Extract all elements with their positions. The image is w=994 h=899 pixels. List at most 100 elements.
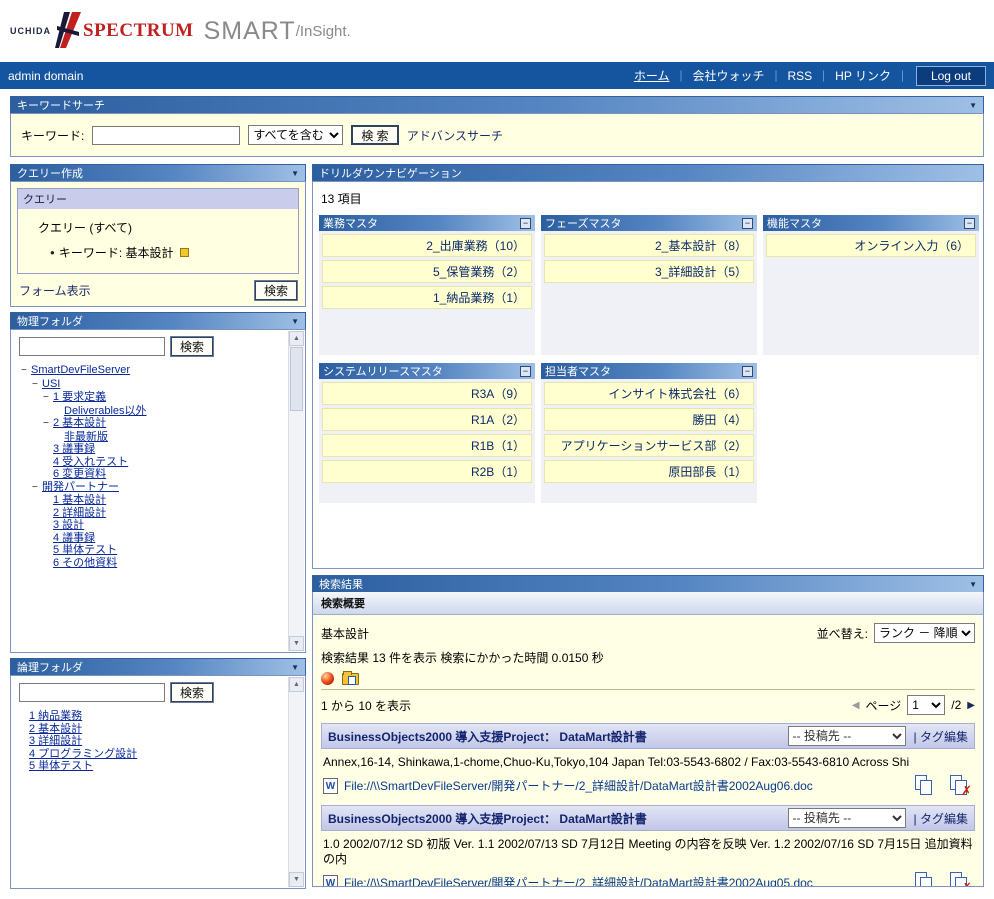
- form-display-link[interactable]: フォーム表示: [19, 282, 91, 299]
- tree-expander-icon[interactable]: −: [32, 482, 42, 495]
- tree-row: −2 基本設計: [19, 417, 283, 431]
- facet-item[interactable]: 2_基本設計（8）: [544, 234, 754, 257]
- advanced-search-link[interactable]: アドバンスサーチ: [407, 127, 503, 144]
- search-summary-bar: 検索概要: [312, 592, 984, 615]
- tree-expander-icon[interactable]: −: [43, 392, 53, 405]
- nav-link-1[interactable]: ホーム: [634, 67, 670, 84]
- file-link[interactable]: File://\\SmartDevFileServer/開発パートナー/2_詳細…: [344, 874, 813, 887]
- folder-link[interactable]: 2 詳細設計: [53, 507, 106, 520]
- scrollbar[interactable]: ▲ ▼: [288, 331, 304, 651]
- folder-link[interactable]: 3 詳細設計: [29, 735, 82, 748]
- logical-folder-search-input[interactable]: [19, 683, 165, 702]
- folder-link[interactable]: 1 納品業務: [29, 710, 82, 723]
- delete-document-icon[interactable]: ✗: [950, 872, 969, 887]
- tag-edit-link[interactable]: | タグ編集: [914, 810, 968, 827]
- scrollbar[interactable]: ▲ ▼: [288, 677, 304, 887]
- collapse-minus-icon[interactable]: −: [520, 366, 531, 377]
- tree-expander-icon[interactable]: −: [21, 365, 31, 378]
- nav-link-3[interactable]: RSS: [787, 69, 812, 83]
- save-folder-icon[interactable]: [342, 673, 359, 685]
- facet-item[interactable]: 5_保管業務（2）: [322, 260, 532, 283]
- collapse-arrow-icon[interactable]: ▼: [291, 663, 299, 672]
- physical-folder-search-input[interactable]: [19, 337, 165, 356]
- facet-item[interactable]: アプリケーションサービス部（2）: [544, 434, 754, 457]
- sort-label: 並べ替え:: [817, 625, 868, 642]
- collapse-arrow-icon[interactable]: ▼: [291, 317, 299, 326]
- feed-icon[interactable]: [321, 672, 334, 685]
- page-select[interactable]: 1: [907, 695, 945, 715]
- scroll-thumb[interactable]: [290, 347, 303, 411]
- collapse-arrow-icon[interactable]: ▼: [969, 580, 977, 589]
- folder-link[interactable]: 4 プログラミング設計: [29, 748, 137, 761]
- tag-edit-link[interactable]: | タグ編集: [914, 728, 968, 745]
- folder-link[interactable]: SmartDevFileServer: [31, 364, 130, 377]
- scroll-down-icon[interactable]: ▼: [289, 636, 304, 651]
- folder-link[interactable]: 開発パートナー: [42, 481, 119, 494]
- folder-link[interactable]: 6 その他資料: [53, 557, 117, 570]
- facet-item[interactable]: R1A（2）: [322, 408, 532, 431]
- copy-document-icon[interactable]: [915, 872, 934, 887]
- facet-item[interactable]: 勝田（4）: [544, 408, 754, 431]
- scroll-down-icon[interactable]: ▼: [289, 872, 304, 887]
- post-destination-select[interactable]: -- 投稿先 --: [788, 808, 906, 828]
- collapse-minus-icon[interactable]: −: [742, 218, 753, 229]
- collapse-minus-icon[interactable]: −: [742, 366, 753, 377]
- folder-link[interactable]: 1 要求定義: [53, 391, 106, 404]
- next-page-icon[interactable]: ▶: [967, 700, 975, 711]
- nav-link-2[interactable]: 会社ウォッチ: [692, 67, 764, 84]
- prev-page-icon[interactable]: ◀: [852, 700, 860, 711]
- file-actions: ✗: [915, 775, 973, 796]
- nav-link-4[interactable]: HP リンク: [835, 67, 891, 84]
- keyword-input[interactable]: [92, 126, 240, 145]
- folder-link[interactable]: 4 議事録: [53, 532, 95, 545]
- collapse-arrow-icon[interactable]: ▼: [969, 101, 977, 110]
- facet-item[interactable]: R1B（1）: [322, 434, 532, 457]
- post-destination-select[interactable]: -- 投稿先 --: [788, 726, 906, 746]
- facet-item[interactable]: 3_詳細設計（5）: [544, 260, 754, 283]
- scroll-up-icon[interactable]: ▲: [289, 677, 304, 692]
- collapse-minus-icon[interactable]: −: [520, 218, 531, 229]
- tree-row: −開発パートナー: [19, 481, 283, 495]
- delete-document-icon[interactable]: ✗: [950, 775, 969, 796]
- query-box-body: クエリー (すべて) ● キーワード: 基本設計: [18, 209, 298, 273]
- facet-item[interactable]: R3A（9）: [322, 382, 532, 405]
- tree-expander-icon[interactable]: −: [32, 379, 42, 392]
- note-icon[interactable]: [180, 248, 189, 257]
- folder-link[interactable]: USI: [42, 378, 60, 391]
- match-mode-select[interactable]: すべてを含む: [248, 125, 343, 145]
- folder-link[interactable]: 5 単体テスト: [53, 544, 117, 557]
- folder-link[interactable]: 3 議事録: [53, 443, 95, 456]
- folder-link[interactable]: 3 設計: [53, 519, 84, 532]
- logout-button[interactable]: Log out: [916, 66, 986, 86]
- keyword-search-button[interactable]: 検 索: [351, 125, 398, 145]
- folder-link[interactable]: 非最新版: [64, 431, 108, 444]
- folder-link[interactable]: 2 基本設計: [53, 417, 106, 430]
- keyword-label: キーワード:: [21, 127, 84, 144]
- folder-link[interactable]: 1 基本設計: [53, 494, 106, 507]
- scroll-up-icon[interactable]: ▲: [289, 331, 304, 346]
- facet-item[interactable]: 1_納品業務（1）: [322, 286, 532, 309]
- query-search-button[interactable]: 検索: [255, 281, 297, 300]
- folder-link[interactable]: 5 単体テスト: [29, 760, 93, 773]
- facet-item[interactable]: インサイト株式会社（6）: [544, 382, 754, 405]
- facet-item[interactable]: 原田部長（1）: [544, 460, 754, 483]
- folder-link[interactable]: Deliverables以外: [64, 405, 147, 418]
- copy-document-icon[interactable]: [915, 775, 934, 796]
- folder-link[interactable]: 2 基本設計: [29, 723, 82, 736]
- folder-link[interactable]: 6 変更資料: [53, 468, 106, 481]
- folder-link[interactable]: 4 受入れテスト: [53, 456, 128, 469]
- smart-logo-text: SMART: [204, 17, 296, 46]
- collapse-minus-icon[interactable]: −: [964, 218, 975, 229]
- file-link[interactable]: File://\\SmartDevFileServer/開発パートナー/2_詳細…: [344, 777, 813, 794]
- sort-select[interactable]: ランク － 降順: [874, 623, 975, 643]
- tree-expander-icon[interactable]: −: [43, 418, 53, 431]
- physical-folder-search-button[interactable]: 検索: [171, 337, 213, 356]
- collapse-arrow-icon[interactable]: ▼: [291, 169, 299, 178]
- result-item-header: BusinessObjects2000 導入支援Project： DataMar…: [321, 805, 975, 831]
- physical-folder-header: 物理フォルダ ▼: [10, 312, 306, 329]
- facet-item[interactable]: R2B（1）: [322, 460, 532, 483]
- facet-item[interactable]: 2_出庫業務（10）: [322, 234, 532, 257]
- logical-folder-search-button[interactable]: 検索: [171, 683, 213, 702]
- facet-item[interactable]: オンライン入力（6）: [766, 234, 976, 257]
- spectrum-logo-icon: [55, 12, 81, 51]
